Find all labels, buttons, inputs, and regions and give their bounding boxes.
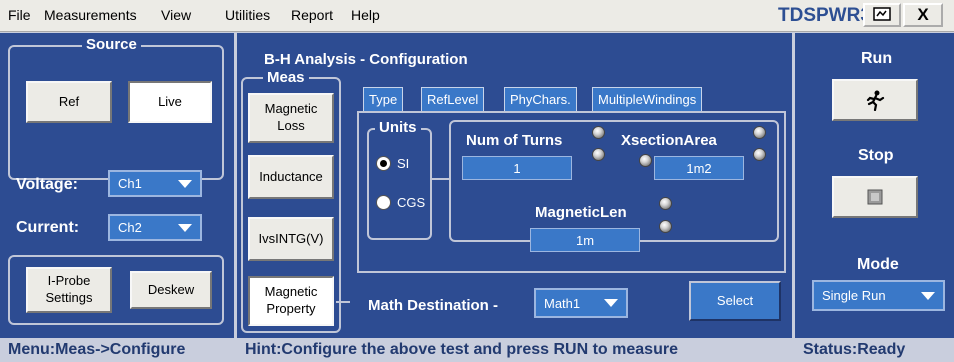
current-label: Current: — [16, 219, 80, 236]
xsection-knob-icon[interactable] — [753, 148, 766, 161]
magnetic-len-field[interactable]: 1m — [530, 228, 640, 252]
mode-dropdown[interactable]: Single Run — [812, 280, 945, 311]
stop-button[interactable] — [832, 176, 918, 218]
voltage-value: Ch1 — [118, 176, 142, 191]
run-label: Run — [861, 50, 893, 67]
inductance-button[interactable]: Inductance — [248, 155, 334, 199]
num-turns-adjust-icon[interactable] — [639, 154, 652, 167]
run-panel: Run Stop Mode Single Run — [795, 33, 954, 338]
xsection-area-field[interactable]: 1m2 — [654, 156, 744, 180]
magnetic-property-button[interactable]: Magnetic Property — [248, 276, 334, 326]
num-turns-knob-icon[interactable] — [592, 126, 605, 139]
connector-line — [432, 178, 450, 180]
chevron-down-icon — [178, 179, 192, 188]
running-man-icon — [866, 90, 885, 111]
voltage-label: Voltage: — [16, 176, 78, 193]
magnetic-len-knob-icon[interactable] — [659, 220, 672, 233]
menu-measurements[interactable]: Measurements — [44, 7, 137, 23]
mode-label: Mode — [857, 256, 899, 273]
stop-label: Stop — [858, 147, 894, 164]
minimize-button[interactable] — [863, 3, 901, 27]
si-label: SI — [397, 156, 410, 171]
stop-icon — [867, 189, 883, 205]
num-turns-knob-icon[interactable] — [592, 148, 605, 161]
cgs-radio[interactable] — [376, 195, 391, 210]
meas-title: Meas — [263, 69, 309, 86]
select-button[interactable]: Select — [689, 281, 781, 321]
ref-button[interactable]: Ref — [26, 81, 112, 123]
current-dropdown[interactable]: Ch2 — [108, 214, 202, 241]
magnetic-loss-button[interactable]: Magnetic Loss — [248, 93, 334, 143]
config-title: B-H Analysis - Configuration — [264, 51, 468, 68]
cgs-label: CGS — [397, 195, 426, 210]
menu-view[interactable]: View — [161, 7, 191, 23]
math-destination-dropdown[interactable]: Math1 — [534, 288, 628, 318]
source-panel: Source Ref Live Voltage: Ch1 Current: Ch… — [0, 33, 234, 338]
ivsintg-button[interactable]: IvsINTG(V) — [248, 217, 334, 261]
chevron-down-icon — [604, 299, 618, 307]
si-radio[interactable] — [376, 156, 391, 171]
xsection-area-label: XsectionArea — [621, 132, 717, 149]
deskew-button[interactable]: Deskew — [130, 271, 212, 309]
status-ready: Status:Ready — [795, 338, 954, 362]
magnetic-len-knob-icon[interactable] — [659, 197, 672, 210]
menu-help[interactable]: Help — [351, 7, 380, 23]
iprobe-settings-button[interactable]: I-Probe Settings — [26, 267, 112, 313]
voltage-dropdown[interactable]: Ch1 — [108, 170, 202, 197]
close-button[interactable]: X — [903, 3, 943, 27]
units-group — [367, 128, 432, 240]
chevron-down-icon — [921, 291, 935, 300]
source-title: Source — [82, 36, 141, 53]
xsection-knob-icon[interactable] — [753, 126, 766, 139]
run-button[interactable] — [832, 79, 918, 121]
num-turns-field[interactable]: 1 — [462, 156, 572, 180]
status-hint: Hint:Configure the above test and press … — [237, 338, 792, 362]
tab-phychars[interactable]: PhyChars. — [504, 87, 577, 111]
status-menu-path: Menu:Meas->Configure — [0, 338, 234, 362]
math-destination-value: Math1 — [544, 295, 581, 311]
menu-report[interactable]: Report — [291, 7, 333, 23]
minimize-icon — [873, 7, 891, 21]
chevron-down-icon — [178, 223, 192, 232]
connector-line — [336, 301, 350, 303]
units-title: Units — [375, 119, 421, 136]
magnetic-len-label: MagneticLen — [535, 204, 627, 221]
app-title: TDSPWR3 — [778, 5, 871, 26]
current-value: Ch2 — [118, 220, 142, 235]
live-button[interactable]: Live — [128, 81, 212, 123]
tab-multiplewindings[interactable]: MultipleWindings — [592, 87, 703, 111]
menu-utilities[interactable]: Utilities — [225, 7, 270, 23]
mode-value: Single Run — [822, 288, 886, 303]
math-destination-label: Math Destination - — [368, 297, 498, 314]
num-turns-label: Num of Turns — [466, 132, 563, 149]
tab-reflevel[interactable]: RefLevel — [421, 87, 485, 111]
tab-type[interactable]: Type — [363, 87, 404, 111]
menu-file[interactable]: File — [8, 7, 31, 23]
menu-bar: File Measurements View Utilities Report … — [0, 0, 954, 32]
config-panel: B-H Analysis - Configuration Meas Magnet… — [237, 33, 792, 338]
